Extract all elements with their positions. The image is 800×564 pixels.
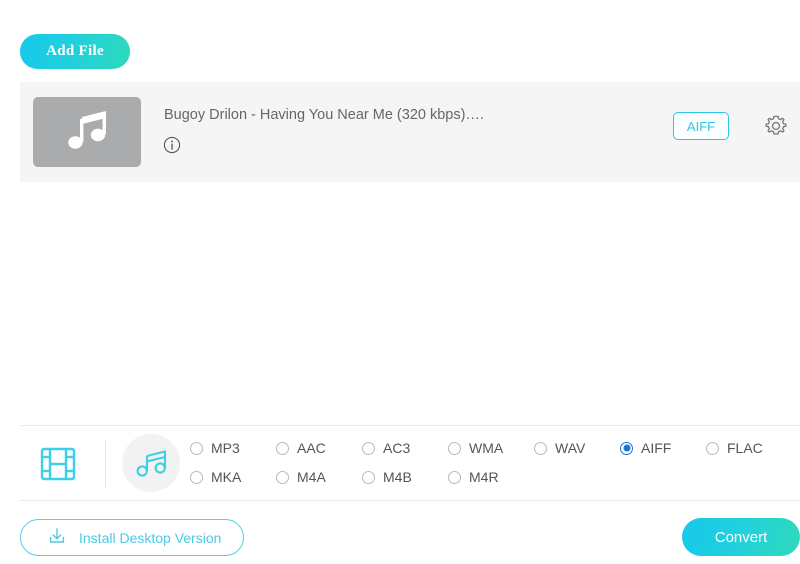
format-radio-ac3[interactable]: AC3	[362, 440, 410, 456]
install-desktop-version-button[interactable]: Install Desktop Version	[20, 519, 244, 556]
radio-label: MKA	[211, 469, 242, 485]
download-icon	[47, 526, 67, 549]
add-file-button[interactable]: Add File	[20, 34, 130, 69]
radio-indicator	[276, 470, 289, 484]
film-strip-icon[interactable]	[38, 444, 78, 484]
radio-indicator	[190, 441, 203, 455]
toolbar-divider	[105, 440, 106, 488]
file-name-label: Bugoy Drilon - Having You Near Me (320 k…	[164, 107, 484, 123]
gear-icon[interactable]	[763, 113, 789, 139]
radio-label: MP3	[211, 440, 240, 456]
file-thumbnail	[33, 97, 141, 167]
file-row[interactable]: Bugoy Drilon - Having You Near Me (320 k…	[20, 82, 800, 182]
format-radio-wma[interactable]: WMA	[448, 440, 503, 456]
radio-indicator	[706, 441, 719, 455]
format-radio-mp3[interactable]: MP3	[190, 440, 240, 456]
format-radio-m4b[interactable]: M4B	[362, 469, 412, 485]
format-radio-flac[interactable]: FLAC	[706, 440, 763, 456]
convert-button[interactable]: Convert	[682, 518, 800, 556]
format-radio-m4a[interactable]: M4A	[276, 469, 326, 485]
radio-indicator	[362, 470, 375, 484]
radio-label: FLAC	[727, 440, 763, 456]
radio-indicator	[276, 441, 289, 455]
format-radio-group: MP3 AAC AC3 WMA WAV AIFF FLAC MKA M4A M4B M4R	[190, 440, 800, 492]
top-toolbar: Add File	[0, 0, 800, 82]
radio-indicator	[448, 441, 461, 455]
radio-label: WMA	[469, 440, 504, 456]
radio-label: AAC	[297, 440, 326, 456]
audio-tab-button[interactable]	[122, 434, 180, 492]
format-radio-m4r[interactable]: M4R	[448, 469, 499, 485]
format-radio-aac[interactable]: AAC	[276, 440, 326, 456]
radio-label: AC3	[383, 440, 411, 456]
radio-label: AIFF	[641, 440, 672, 456]
format-radio-mka[interactable]: MKA	[190, 469, 241, 485]
radio-label: WAV	[555, 440, 586, 456]
radio-label: M4R	[469, 469, 499, 485]
format-radio-aiff[interactable]: AIFF	[620, 440, 671, 456]
radio-indicator	[362, 441, 375, 455]
info-icon[interactable]	[163, 136, 181, 154]
format-selection-bar: MP3 AAC AC3 WMA WAV AIFF FLAC MKA M4A M4B M4R	[20, 425, 800, 501]
format-radio-wav[interactable]: WAV	[534, 440, 585, 456]
file-list: Bugoy Drilon - Having You Near Me (320 k…	[20, 82, 800, 182]
radio-indicator	[190, 470, 203, 484]
radio-indicator	[534, 441, 547, 455]
radio-label: M4B	[383, 469, 412, 485]
file-format-badge[interactable]: AIFF	[673, 112, 729, 140]
install-button-label: Install Desktop Version	[79, 529, 222, 546]
radio-indicator	[620, 441, 633, 455]
bottom-bar: Install Desktop Version Convert	[20, 500, 800, 564]
radio-label: M4A	[297, 469, 326, 485]
radio-indicator	[448, 470, 461, 484]
